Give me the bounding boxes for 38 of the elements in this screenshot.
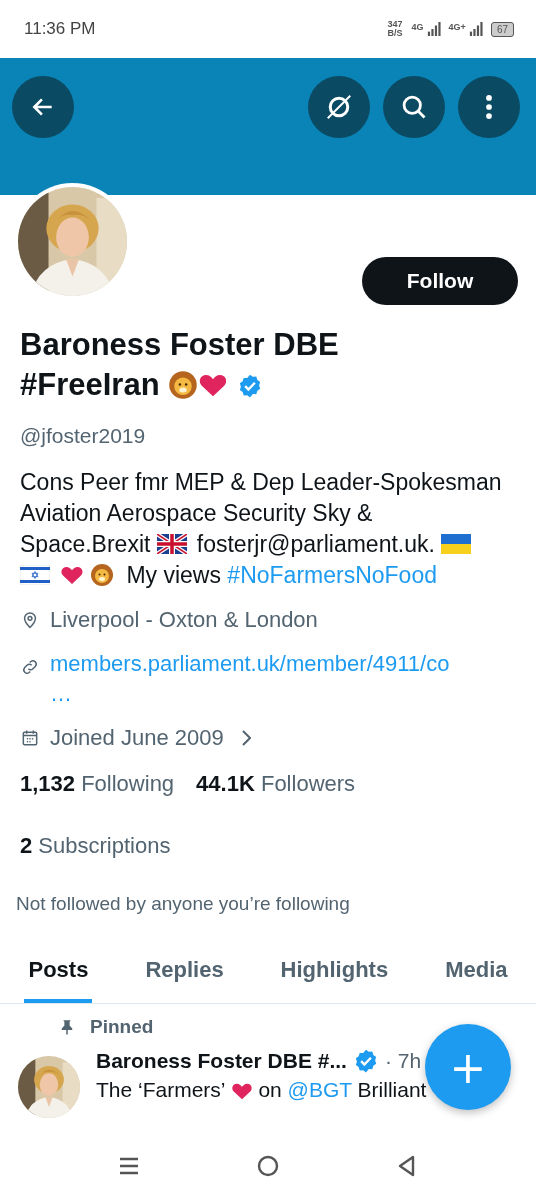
following-link[interactable]: 1,132 Following xyxy=(20,771,175,797)
profile-tab[interactable]: Posts xyxy=(24,947,93,1003)
network-type: 4G+ xyxy=(448,22,466,32)
profile-tab[interactable]: Replies xyxy=(141,947,228,1003)
flag-icon xyxy=(156,534,187,554)
chevron-right-icon xyxy=(241,730,251,746)
profile-tab[interactable]: Highlights xyxy=(276,947,393,1003)
post-author: Baroness Foster DBE #... xyxy=(96,1049,347,1073)
post-text: The ‘Farmers’ on @BGT Brilliant xyxy=(96,1078,427,1102)
follow-button[interactable]: Follow xyxy=(362,257,518,305)
profile-bio: Cons Peer fmr MEP & Dep Leader-Spokesman Aviation Aerospace Security Sky & Space.Brexit fosterjr@parliament.uk. My views #NoFarmersNoFood xyxy=(20,468,503,590)
profile-handle: @jfoster2019 xyxy=(20,424,147,448)
signal-icon xyxy=(468,22,483,36)
profile-name: Baroness Foster DBE #FreeIran xyxy=(20,326,340,404)
joined-date: Joined June 2009 xyxy=(50,725,224,751)
more-icon xyxy=(485,94,493,120)
network-speed-unit: B/S xyxy=(387,29,403,38)
signal-icon xyxy=(426,22,441,36)
search-icon xyxy=(400,93,428,121)
status-time: 11:36 PM xyxy=(24,19,96,39)
subscriptions-link[interactable]: 2 Subscriptions xyxy=(20,833,171,859)
lion-icon xyxy=(90,563,114,587)
profile-tab[interactable]: Media xyxy=(441,947,512,1003)
flag-icon xyxy=(441,534,472,554)
battery-level: 67 xyxy=(490,21,514,37)
lion-icon xyxy=(168,370,199,400)
flag-icon xyxy=(20,565,50,585)
followed-by-text: Not followed by anyone you’re following xyxy=(16,893,351,915)
post-time: · 7h xyxy=(384,1049,422,1073)
translate-icon xyxy=(324,92,354,122)
location-text: Liverpool - Oxton & London xyxy=(50,607,318,633)
network-speed: 347 xyxy=(387,20,403,29)
link-icon xyxy=(20,657,40,677)
calendar-icon xyxy=(20,728,40,748)
network-type: 4G xyxy=(411,22,424,32)
followers-link[interactable]: 44.1K Followers xyxy=(196,771,356,797)
pinned-label: Pinned xyxy=(90,1016,154,1038)
home-icon[interactable] xyxy=(256,1154,280,1178)
